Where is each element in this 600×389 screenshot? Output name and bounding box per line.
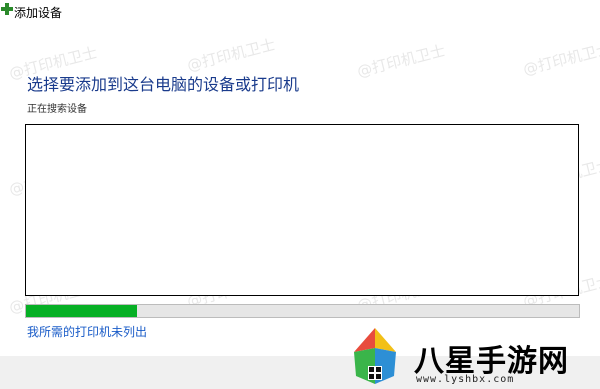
colorful-house-logo-icon <box>354 328 396 384</box>
page-heading: 选择要添加到这台电脑的设备或打印机 <box>27 75 300 94</box>
search-status-text: 正在搜索设备 <box>27 104 87 115</box>
printer-not-listed-link[interactable]: 我所需的打印机未列出 <box>27 323 147 340</box>
window-title: 添加设备 <box>14 6 63 20</box>
device-list[interactable] <box>25 124 579 296</box>
watermark: @打印机卫士 <box>521 39 600 79</box>
search-progress-bar <box>25 304 580 318</box>
watermark: @打印机卫士 <box>185 35 277 75</box>
add-device-icon <box>1 3 13 15</box>
progress-fill <box>26 305 137 317</box>
title-bar: 添加设备 <box>0 0 600 24</box>
watermark: @打印机卫士 <box>355 41 447 81</box>
site-logo: 八星手游网 www.lyshbx.com <box>350 326 600 389</box>
site-logo-url: www.lyshbx.com <box>416 374 515 385</box>
